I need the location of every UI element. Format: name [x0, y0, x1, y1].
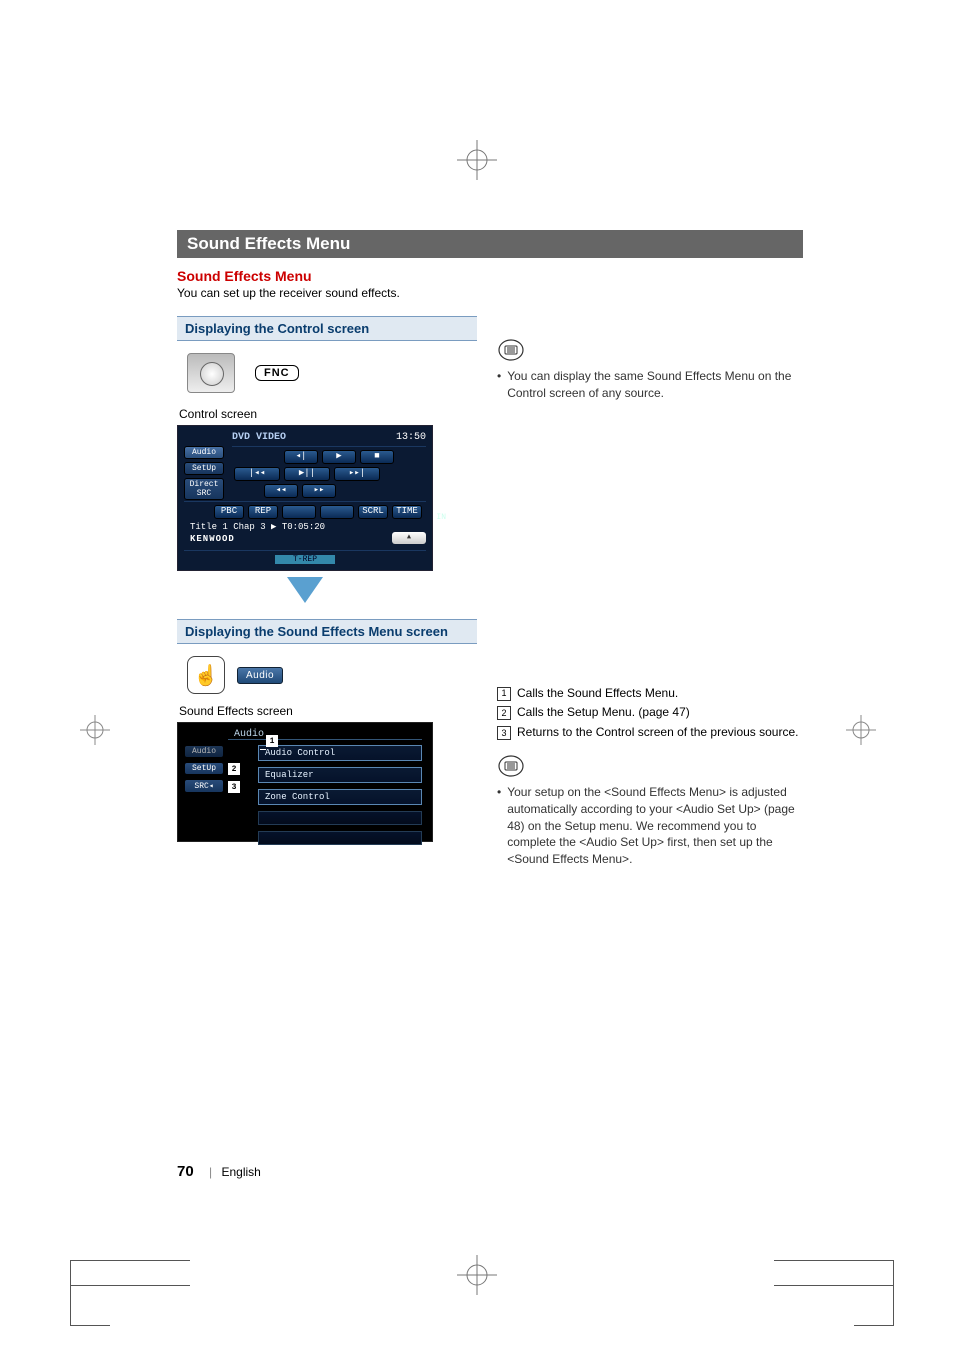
control-screen: DVD VIDEO 13:50 Audio SetUp Direct SRC ◂… [177, 425, 433, 571]
crop-mark-bl [70, 1260, 190, 1286]
sfx-empty-row [258, 831, 422, 845]
note-text-1: •You can display the same Sound Effects … [497, 368, 803, 402]
sfx-tab-src[interactable]: SRC◂ [184, 779, 224, 793]
sfx-item-audio-control[interactable]: Audio Control [258, 745, 422, 761]
tab-audio[interactable]: Audio [184, 446, 224, 459]
transport-controls: ◂| ▶ ■ |◂◂ ▶|| ▸▸| ◂◂ ▸▸ [234, 450, 426, 498]
eject-button[interactable] [392, 532, 426, 544]
sfx-screen-caption: Sound Effects screen [179, 704, 477, 718]
sfx-tab-setup[interactable]: SetUp [184, 762, 224, 775]
control-screen-caption: Control screen [179, 407, 477, 421]
registration-mark-bottom [457, 1255, 497, 1295]
prev-button[interactable]: |◂◂ [234, 467, 280, 481]
registration-mark-left [80, 715, 110, 745]
page-language: English [222, 1165, 261, 1179]
callout-2: 2 [228, 763, 240, 775]
crop-mark-br-step [854, 1286, 894, 1326]
subsection-description: You can set up the receiver sound effect… [177, 286, 803, 300]
scrl-button[interactable]: SCRL [358, 505, 388, 519]
sfx-tab-audio[interactable]: Audio [184, 745, 224, 758]
registration-mark-right [846, 715, 876, 745]
audio-button[interactable]: Audio [237, 667, 283, 684]
note-icon [497, 752, 525, 780]
callout-desc-1: 1 Calls the Sound Effects Menu. [497, 685, 803, 702]
joystick-icon [187, 353, 235, 393]
section-heading: Sound Effects Menu [177, 230, 803, 258]
callout-1: 1 [266, 735, 278, 747]
step-back-button[interactable]: ◂| [284, 450, 318, 464]
rep-button[interactable]: REP [248, 505, 278, 519]
panel-title-sfx: Displaying the Sound Effects Menu screen [177, 619, 477, 644]
callout-desc-2: 2 Calls the Setup Menu. (page 47) [497, 704, 803, 721]
content-area: Sound Effects Menu Sound Effects Menu Yo… [177, 230, 803, 871]
right-column: •You can display the same Sound Effects … [497, 316, 803, 871]
sfx-item-zone-control[interactable]: Zone Control [258, 789, 422, 805]
source-title: DVD VIDEO [232, 432, 392, 443]
callout-desc-3: 3 Returns to the Control screen of the p… [497, 724, 803, 741]
tab-setup[interactable]: SetUp [184, 462, 224, 475]
in-label: IN [436, 513, 446, 522]
crop-mark-bl-step [70, 1286, 110, 1326]
rewind-button[interactable]: ◂◂ [264, 484, 298, 498]
clock: 13:50 [396, 432, 426, 443]
page-footer: 70 | English [177, 1163, 261, 1180]
joystick-fnc-row: FNC [187, 353, 477, 393]
trep-indicator: T-REP [275, 555, 335, 564]
blank-button-2[interactable] [320, 505, 354, 519]
crop-mark-br [774, 1260, 894, 1286]
pbc-button[interactable]: PBC [214, 505, 244, 519]
registration-mark-top [457, 140, 497, 180]
next-button[interactable]: ▸▸| [334, 467, 380, 481]
callout-3: 3 [228, 781, 240, 793]
left-column: Displaying the Control screen FNC Contro… [177, 316, 477, 871]
title-info: Title 1 Chap 3 ▶ T0:05:20 [190, 522, 426, 532]
play-button[interactable]: ▶ [322, 450, 356, 464]
sfx-item-equalizer[interactable]: Equalizer [258, 767, 422, 783]
tab-direct-src[interactable]: Direct SRC [184, 478, 224, 500]
time-button[interactable]: TIME [392, 505, 422, 519]
touch-hand-icon: ☝ [187, 656, 225, 694]
fast-forward-button[interactable]: ▸▸ [302, 484, 336, 498]
page: Sound Effects Menu Sound Effects Menu Yo… [0, 0, 954, 1350]
down-arrow-icon [287, 577, 323, 603]
note-text-2: •Your setup on the <Sound Effects Menu> … [497, 784, 803, 868]
sound-effects-screen: Audio Audio SetUp SRC◂ Audio Control Equ… [177, 722, 433, 842]
sfx-empty-row [258, 811, 422, 825]
panel-title-control: Displaying the Control screen [177, 316, 477, 341]
page-number: 70 [177, 1163, 194, 1180]
note-icon [497, 336, 525, 364]
play-pause-button[interactable]: ▶|| [284, 467, 330, 481]
blank-button-1[interactable] [282, 505, 316, 519]
subsection-heading: Sound Effects Menu [177, 268, 803, 284]
fnc-button[interactable]: FNC [255, 365, 299, 381]
left-tabs: Audio SetUp Direct SRC [184, 446, 224, 500]
stop-button[interactable]: ■ [360, 450, 394, 464]
